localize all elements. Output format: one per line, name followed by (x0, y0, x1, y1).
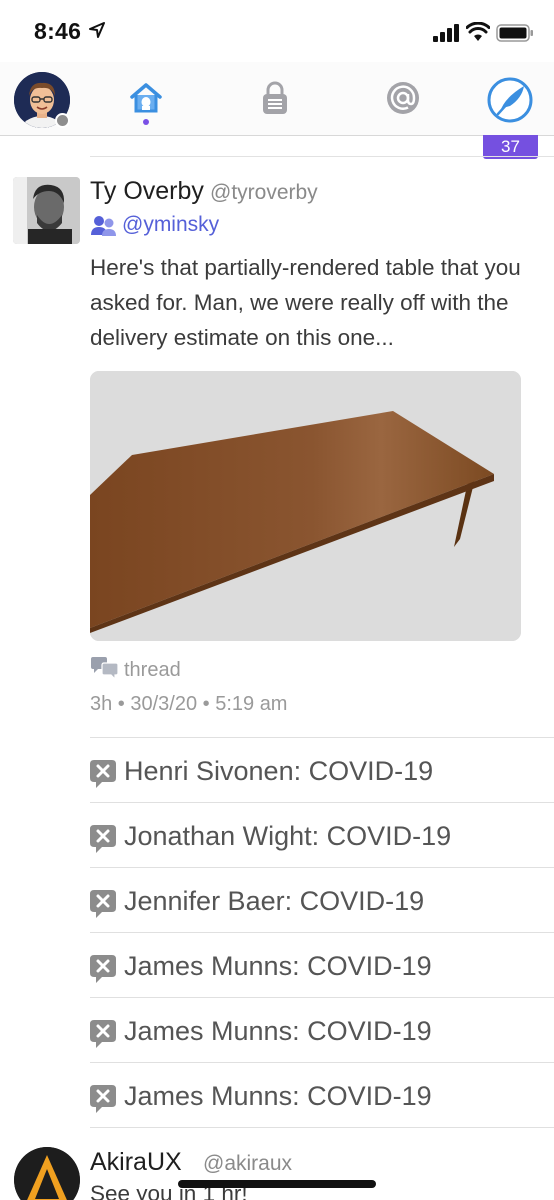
wifi-icon (466, 22, 490, 41)
muted-bubble-icon (90, 955, 116, 983)
feather-compose-icon[interactable] (486, 76, 534, 124)
thread-link[interactable]: thread (124, 659, 181, 682)
muted-item-label: Henri Sivonen: COVID-19 (124, 756, 434, 786)
akira-logo-icon (14, 1147, 80, 1200)
muted-item[interactable]: James Munns: COVID-19 (0, 933, 554, 997)
next-tweet-author-handle[interactable]: @akiraux (203, 1152, 292, 1176)
nav-bar (0, 62, 554, 136)
muted-item-label: Jennifer Baer: COVID-19 (124, 886, 425, 916)
status-bar: 8:46 (0, 0, 554, 62)
presence-dot (55, 113, 70, 128)
retweeted-by-handle[interactable]: @yminsky (122, 213, 219, 237)
home-indicator[interactable] (178, 1180, 376, 1188)
tweet-timestamp: 3h • 30/3/20 • 5:19 am (90, 693, 288, 715)
next-tweet-author-name[interactable]: AkiraUX (90, 1148, 182, 1177)
muted-item-label: James Munns: COVID-19 (124, 1016, 432, 1046)
active-tab-indicator (143, 119, 149, 125)
divider (90, 156, 554, 157)
home-icon[interactable] (126, 78, 166, 118)
muted-item[interactable]: Henri Sivonen: COVID-19 (0, 738, 554, 802)
cellular-signal-icon (433, 24, 459, 42)
tweet-author-name[interactable]: Ty Overby (90, 177, 204, 206)
tweet-text: Here's that partially-rendered table tha… (90, 255, 521, 350)
author-photo (13, 177, 80, 244)
status-time: 8:46 (34, 18, 82, 44)
muted-item-label: Jonathan Wight: COVID-19 (124, 821, 452, 851)
muted-bubble-icon (90, 760, 116, 788)
thread-bubbles-icon[interactable] (90, 656, 120, 680)
muted-item[interactable]: James Munns: COVID-19 (0, 1063, 554, 1127)
muted-bubble-icon (90, 1020, 116, 1048)
tweet-author-handle[interactable]: @tyroverby (210, 181, 318, 205)
rendered-table-image (90, 371, 521, 641)
tweet-author-avatar[interactable] (13, 177, 80, 244)
muted-item-label: James Munns: COVID-19 (124, 951, 432, 981)
muted-bubble-icon (90, 890, 116, 918)
muted-item[interactable]: Jonathan Wight: COVID-19 (0, 803, 554, 867)
location-arrow-icon (89, 22, 105, 38)
divider (90, 1127, 554, 1128)
muted-item-label: James Munns: COVID-19 (124, 1081, 432, 1111)
muted-item[interactable]: Jennifer Baer: COVID-19 (0, 868, 554, 932)
account-avatar[interactable] (14, 72, 72, 130)
tweet-media-image[interactable] (90, 371, 521, 641)
muted-bubble-icon (90, 1085, 116, 1113)
lock-messages-icon[interactable] (255, 78, 295, 118)
at-sign-icon[interactable] (383, 78, 423, 118)
battery-icon (496, 24, 533, 42)
muted-bubble-icon (90, 825, 116, 853)
muted-item[interactable]: James Munns: COVID-19 (0, 998, 554, 1062)
retweet-people-icon (91, 216, 116, 236)
next-tweet-author-avatar[interactable] (14, 1147, 80, 1200)
